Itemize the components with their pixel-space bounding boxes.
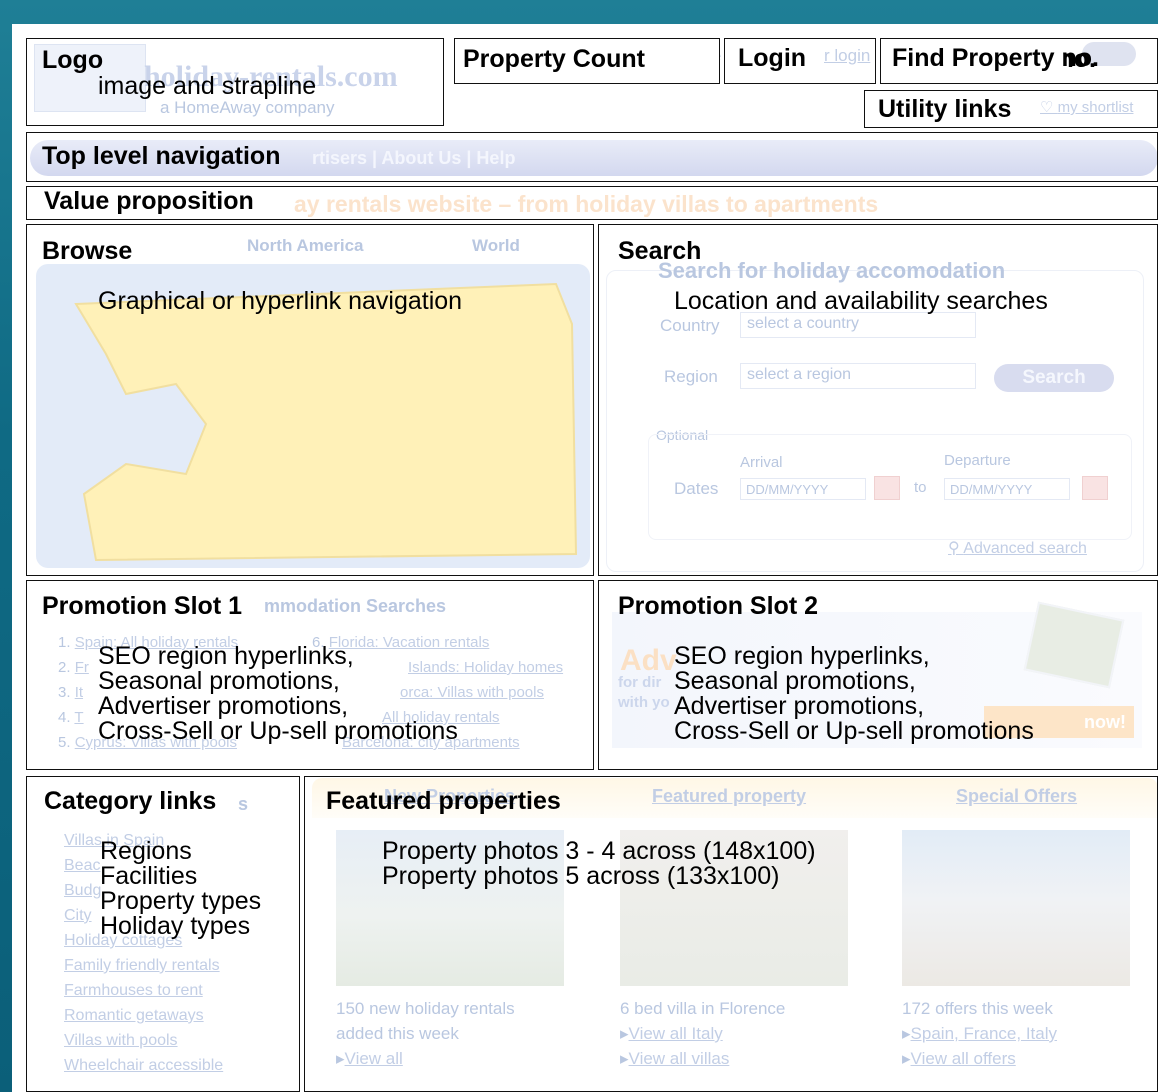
featured-line: Property photos 5 across (133x100) [382, 862, 780, 890]
search-desc: Location and availability searches [674, 287, 1048, 315]
browse-desc: Graphical or hyperlink navigation [98, 287, 463, 315]
featured-title: Featured properties [326, 787, 561, 815]
browse-title: Browse [42, 237, 133, 265]
promo2-line: Advertiser promotions, [674, 692, 925, 720]
browse-region [26, 224, 594, 576]
promo1-title: Promotion Slot 1 [42, 592, 242, 620]
property-count-region: Property Count [454, 38, 720, 84]
category-title: Category links [44, 787, 217, 815]
find-property-title: Find Property no. [892, 44, 1099, 72]
featured-region [304, 776, 1158, 1092]
category-line: Holiday types [100, 912, 251, 940]
search-region-title: Search [618, 237, 702, 265]
value-prop-title: Value proposition [44, 187, 254, 215]
promo2-line: SEO region hyperlinks, [674, 642, 930, 670]
promo2-line: Cross-Sell or Up-sell promotions [674, 717, 1034, 745]
promo2-title: Promotion Slot 2 [618, 592, 818, 620]
featured-desc: Property photos 3 - 4 across (148x100) P… [382, 839, 816, 889]
top-nav-title: Top level navigation [42, 142, 281, 170]
promo1-desc: SEO region hyperlinks, Seasonal promotio… [98, 644, 458, 744]
promo2-line: Seasonal promotions, [674, 667, 916, 695]
login-title: Login [738, 44, 807, 72]
featured-line: Property photos 3 - 4 across (148x100) [382, 837, 816, 865]
logo-title: Logo [42, 46, 104, 74]
wireframe-sheet: holiday-rentals.com a HomeAway company d… [12, 24, 1158, 1092]
promo2-desc: SEO region hyperlinks, Seasonal promotio… [674, 644, 1034, 744]
search-region [598, 224, 1158, 576]
promo1-line: Seasonal promotions, [98, 667, 340, 695]
promo1-line: SEO region hyperlinks, [98, 642, 354, 670]
category-line: Regions [100, 837, 192, 865]
logo-desc: image and strapline [98, 72, 317, 100]
promo1-line: Advertiser promotions, [98, 692, 349, 720]
category-line: Facilities [100, 862, 198, 890]
category-line: Property types [100, 887, 262, 915]
category-desc: Regions Facilities Property types Holida… [100, 839, 261, 939]
utility-links-title: Utility links [878, 95, 1012, 123]
promo1-line: Cross-Sell or Up-sell promotions [98, 717, 458, 745]
